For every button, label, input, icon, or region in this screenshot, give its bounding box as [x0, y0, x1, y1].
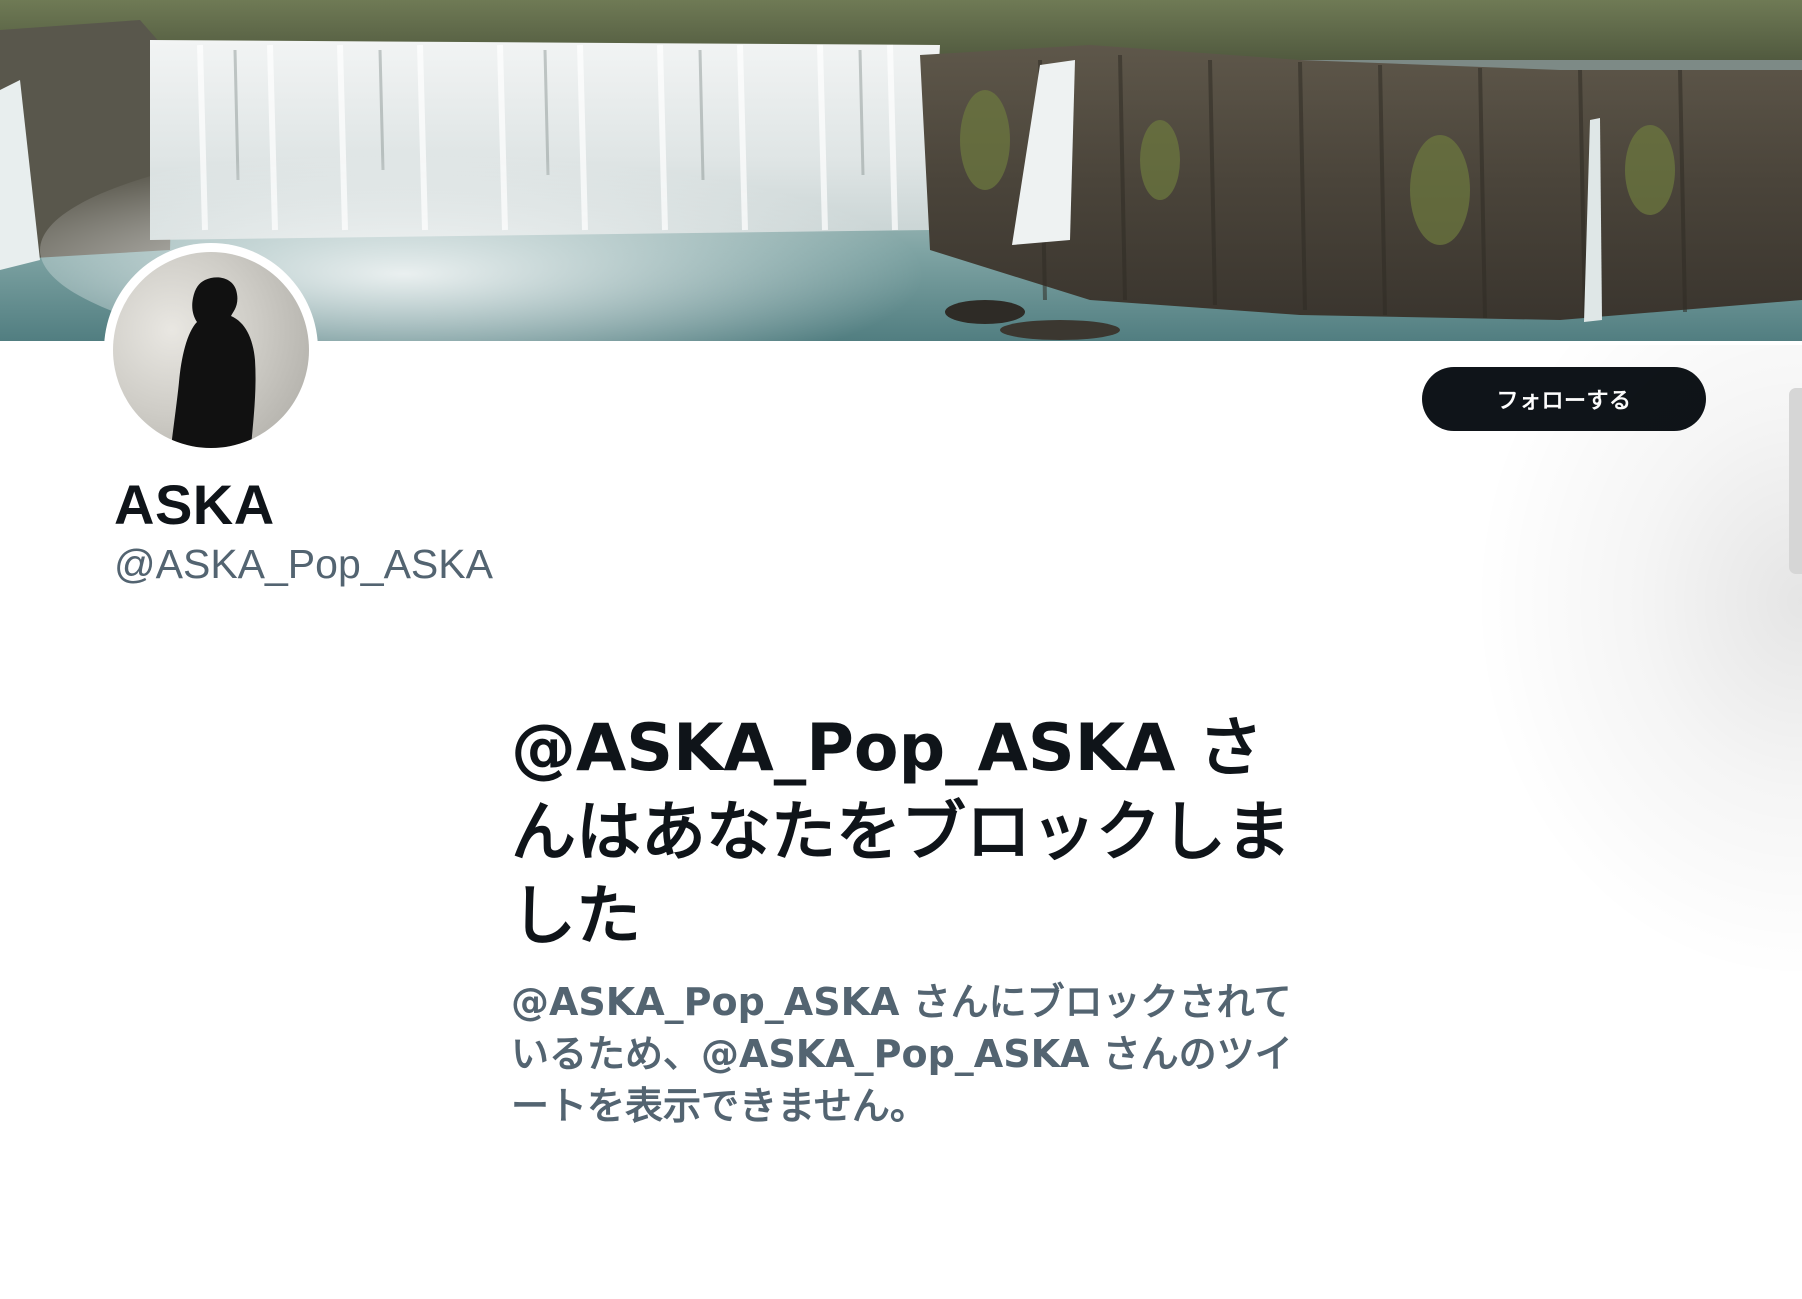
profile-page: フォローする ASKA @ASKA_Pop_ASKA @ASKA_Pop_ASK… — [0, 0, 1802, 1299]
blocked-message-title: @ASKA_Pop_ASKA さんはあなたをブロックしました — [511, 711, 1292, 954]
avatar-image — [113, 252, 309, 448]
scrollbar-thumb[interactable] — [1789, 388, 1802, 574]
profile-avatar[interactable] — [104, 243, 318, 457]
follow-button[interactable]: フォローする — [1422, 367, 1706, 431]
profile-handle: @ASKA_Pop_ASKA — [114, 541, 493, 587]
blocked-message-description: @ASKA_Pop_ASKA さんにブロックされているため、@ASKA_Pop_… — [511, 980, 1293, 1128]
profile-display-name: ASKA — [114, 473, 275, 536]
edge-shadow — [1470, 345, 1802, 985]
